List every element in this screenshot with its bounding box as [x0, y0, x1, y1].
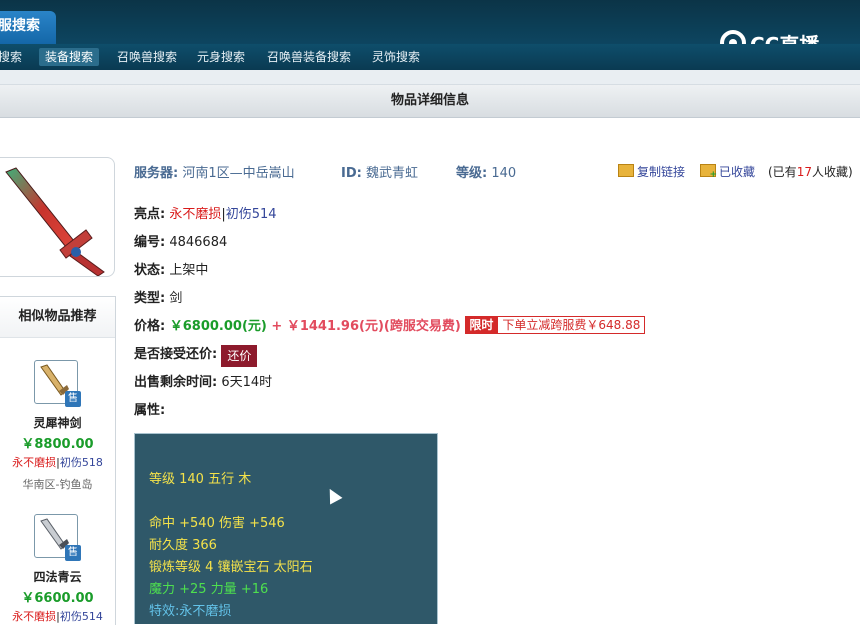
type-value: 剑	[169, 291, 183, 306]
attributes-row: 属性:	[134, 403, 166, 418]
rec-item-1-server: 华南区-钓鱼岛	[22, 478, 93, 491]
nav-item-ornament-search[interactable]: 灵饰搜索	[372, 48, 420, 66]
search-nav: 搜索 装备搜索 召唤兽搜索 元身搜索 召唤兽装备搜索 灵饰搜索	[0, 44, 860, 70]
status-row: 状态: 上架中	[134, 263, 209, 278]
similar-items-sidebar: 相似物品推荐 售 灵犀神剑 ￥8800.00 永不磨损|初伤518 华南区-钓鱼…	[0, 296, 116, 625]
item-image	[0, 157, 115, 277]
rec-item-1-price: ￥8800.00	[21, 437, 94, 452]
highlight-tag-1: 永不磨损	[169, 207, 222, 222]
nav-item-summon-search[interactable]: 召唤兽搜索	[117, 48, 177, 66]
collect-count: (已有17人收藏)	[768, 165, 853, 179]
nav-item-search[interactable]: 搜索	[0, 48, 22, 66]
id-label: ID:	[341, 166, 362, 181]
discount-notice: 下单立减跨服费￥648.88	[497, 316, 646, 334]
top-bar: 服搜索 CC直播	[0, 0, 860, 57]
stat-magic-strength: 魔力 +25 力量 +16	[149, 582, 269, 597]
level-info: 等级: 140	[456, 162, 516, 181]
sword-icon	[5, 167, 105, 276]
stat-level-element: 等级 140 五行 木	[149, 472, 252, 487]
counter-offer-button[interactable]: 还价	[221, 345, 258, 367]
number-row: 编号: 4846684	[134, 235, 228, 250]
counter-offer-row: 是否接受还价: 还价	[134, 343, 258, 367]
rec-item-1-name[interactable]: 灵犀神剑	[0, 414, 115, 431]
rec-item-2-tags: 永不磨损|初伤514	[12, 610, 103, 623]
id-value: 魏武青虹	[365, 166, 418, 181]
remaining-time-value: 6天14时	[221, 375, 273, 390]
rec-item-1-tags: 永不磨损|初伤518	[12, 456, 103, 469]
level-value: 140	[491, 166, 517, 181]
rec-item-2-price: ￥6600.00	[21, 591, 94, 606]
sold-badge: 售	[65, 391, 81, 407]
server-value: 河南1区—中岳嵩山	[182, 166, 295, 181]
nav-item-avatar-search[interactable]: 元身搜索	[197, 48, 245, 66]
rec-item-2-icon[interactable]: 售	[34, 514, 81, 561]
stat-durability: 耐久度 366	[149, 538, 217, 553]
divider-strip	[0, 70, 860, 85]
price-value: ￥6800.00(元)	[169, 319, 267, 334]
type-row: 类型: 剑	[134, 291, 183, 306]
number-value: 4846684	[169, 235, 228, 250]
attribute-panel: 等级 140 五行 木 命中 +540 伤害 +546 耐久度 366 锻炼等级…	[134, 433, 438, 624]
page-title: 物品详细信息	[0, 85, 860, 118]
price-row: 价格: ￥6800.00(元) + ￥1441.96(元)(跨服交易费) 限时下…	[134, 315, 646, 334]
nav-item-equipment-search[interactable]: 装备搜索	[39, 48, 100, 66]
rec-item-1-icon[interactable]: 售	[34, 360, 81, 407]
status-value: 上架中	[169, 263, 209, 278]
highlight-row: 亮点: 永不磨损|初伤514	[134, 207, 277, 222]
stat-special-effect: 特效:永不磨损	[149, 604, 232, 619]
limited-badge: 限时	[465, 316, 498, 334]
copy-link-button[interactable]: 复制链接	[618, 163, 685, 180]
highlight-tag-2: 初伤514	[225, 207, 277, 222]
level-label: 等级:	[456, 166, 488, 181]
server-search-tab[interactable]: 服搜索	[0, 11, 56, 44]
folder-icon	[618, 164, 634, 177]
stat-forging-gem: 锻炼等级 4 镶嵌宝石 太阳石	[149, 560, 313, 575]
cross-server-fee: ￥1441.96(元)(跨服交易费)	[286, 319, 461, 334]
nav-item-summon-equipment-search[interactable]: 召唤兽装备搜索	[267, 48, 351, 66]
id-info: ID: 魏武青虹	[341, 162, 418, 181]
folder-add-icon	[700, 164, 717, 180]
collect-button[interactable]: 已收藏	[700, 163, 755, 180]
server-info: 服务器: 河南1区—中岳嵩山	[134, 162, 295, 181]
rec-item-2-name[interactable]: 四法青云	[0, 568, 115, 585]
sold-badge: 售	[65, 545, 81, 561]
server-label: 服务器:	[134, 166, 179, 181]
remaining-time-row: 出售剩余时间: 6天14时	[134, 375, 273, 390]
sidebar-title: 相似物品推荐	[0, 297, 115, 338]
stat-hit-damage: 命中 +540 伤害 +546	[149, 516, 285, 531]
